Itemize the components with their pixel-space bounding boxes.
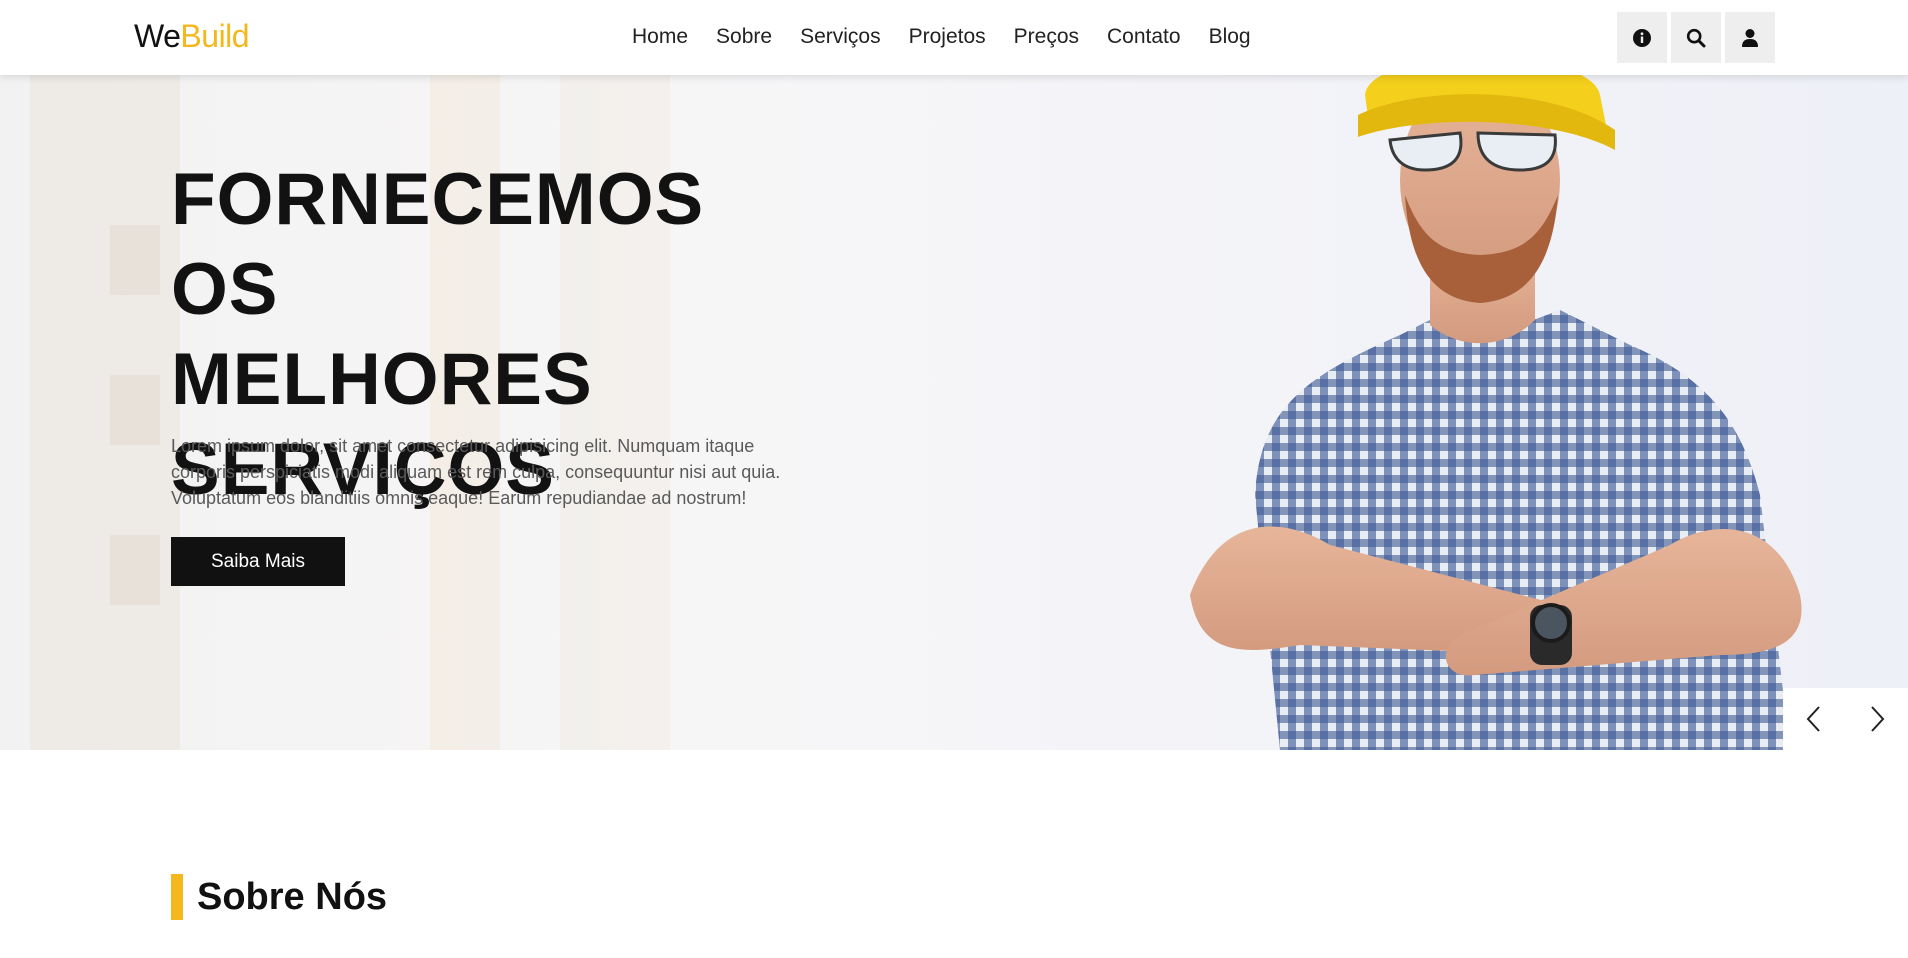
nav-blog[interactable]: Blog xyxy=(1209,25,1251,49)
hero-section: FORNECEMOS OS MELHORES SERVIÇOS Lorem ip… xyxy=(0,75,1908,750)
nav-projetos[interactable]: Projetos xyxy=(909,25,986,49)
hero-title-line: MELHORES xyxy=(171,339,593,420)
site-header: WeBuild Home Sobre Serviços Projetos Pre… xyxy=(0,0,1908,75)
info-icon xyxy=(1633,28,1651,47)
background-window xyxy=(110,225,160,295)
slider-next-button[interactable] xyxy=(1857,699,1897,739)
nav-contato[interactable]: Contato xyxy=(1107,25,1181,49)
main-nav: Home Sobre Serviços Projetos Preços Cont… xyxy=(632,25,1251,49)
nav-servicos[interactable]: Serviços xyxy=(800,25,881,49)
hero-description-line: Voluptatum eos blanditiis omnis eaque! E… xyxy=(171,488,747,508)
chevron-right-icon xyxy=(1871,706,1885,732)
hero-description-line: corporis perspiciatis modi aliquam est r… xyxy=(171,462,781,482)
info-button[interactable] xyxy=(1617,12,1667,63)
about-section-heading: Sobre Nós xyxy=(171,874,387,920)
construction-worker-image xyxy=(1190,75,1802,750)
background-window xyxy=(110,375,160,445)
hero-description: Lorem ipsum dolor, sit amet consectetur … xyxy=(171,433,791,511)
background-window xyxy=(110,535,160,605)
search-icon xyxy=(1686,28,1706,47)
nav-sobre[interactable]: Sobre xyxy=(716,25,772,49)
slider-controls xyxy=(1783,688,1908,750)
logo-build: Build xyxy=(180,18,250,54)
hero-description-line: Lorem ipsum dolor, sit amet consectetur … xyxy=(171,436,755,456)
chevron-left-icon xyxy=(1806,706,1820,732)
about-title: Sobre Nós xyxy=(197,875,388,918)
nav-home[interactable]: Home xyxy=(632,25,688,49)
user-icon xyxy=(1742,28,1758,47)
slider-prev-button[interactable] xyxy=(1794,699,1834,739)
header-icon-buttons xyxy=(1617,12,1775,63)
accent-bar xyxy=(171,874,183,920)
search-button[interactable] xyxy=(1671,12,1721,63)
nav-precos[interactable]: Preços xyxy=(1014,25,1079,49)
logo-we: We xyxy=(134,18,181,54)
hero-title-line: FORNECEMOS OS xyxy=(171,159,705,330)
logo[interactable]: WeBuild xyxy=(134,18,250,55)
saiba-mais-button[interactable]: Saiba Mais xyxy=(171,537,345,586)
user-button[interactable] xyxy=(1725,12,1775,63)
